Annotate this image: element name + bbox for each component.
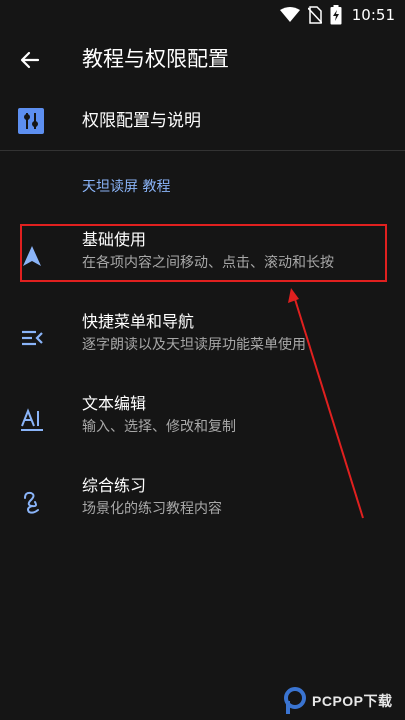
no-sim-icon: [307, 6, 322, 24]
text-ai-icon: [18, 406, 46, 434]
list-item-practice[interactable]: 综合练习 场景化的练习教程内容: [0, 470, 405, 534]
permissions-label: 权限配置与说明: [82, 111, 201, 131]
annotation-highlight-box: [20, 224, 387, 282]
watermark: PCPOP下载: [282, 686, 393, 716]
item-subtitle: 逐字朗读以及天坦读屏功能菜单使用: [82, 337, 306, 353]
item-title: 综合练习: [82, 476, 147, 495]
section-header: 天坦读屏 教程: [82, 179, 171, 195]
menu-lines-icon: [18, 324, 46, 352]
wifi-icon: [279, 7, 300, 22]
list-item-text-editing[interactable]: 文本编辑 输入、选择、修改和复制: [0, 388, 405, 452]
back-button[interactable]: [14, 44, 46, 76]
status-bar: 10:51: [0, 0, 405, 30]
tune-settings-icon: [18, 108, 44, 134]
gesture-squiggle-icon: [18, 488, 46, 516]
pcpop-logo-icon: [284, 687, 306, 714]
status-icons: 10:51: [279, 5, 395, 25]
item-title: 文本编辑: [82, 394, 147, 413]
item-subtitle: 输入、选择、修改和复制: [82, 419, 236, 435]
item-subtitle: 场景化的练习教程内容: [82, 501, 222, 517]
back-arrow-icon: [20, 51, 40, 69]
app-bar: 教程与权限配置: [0, 30, 405, 90]
item-title: 快捷菜单和导航: [82, 312, 195, 331]
divider: [0, 150, 405, 151]
watermark-text: PCPOP下载: [312, 693, 393, 709]
permissions-row[interactable]: 权限配置与说明: [0, 90, 405, 150]
page-title: 教程与权限配置: [82, 47, 229, 71]
list-item-shortcut-menu[interactable]: 快捷菜单和导航 逐字朗读以及天坦读屏功能菜单使用: [0, 306, 405, 370]
battery-charging-icon: [330, 5, 342, 25]
status-clock: 10:51: [351, 6, 395, 24]
